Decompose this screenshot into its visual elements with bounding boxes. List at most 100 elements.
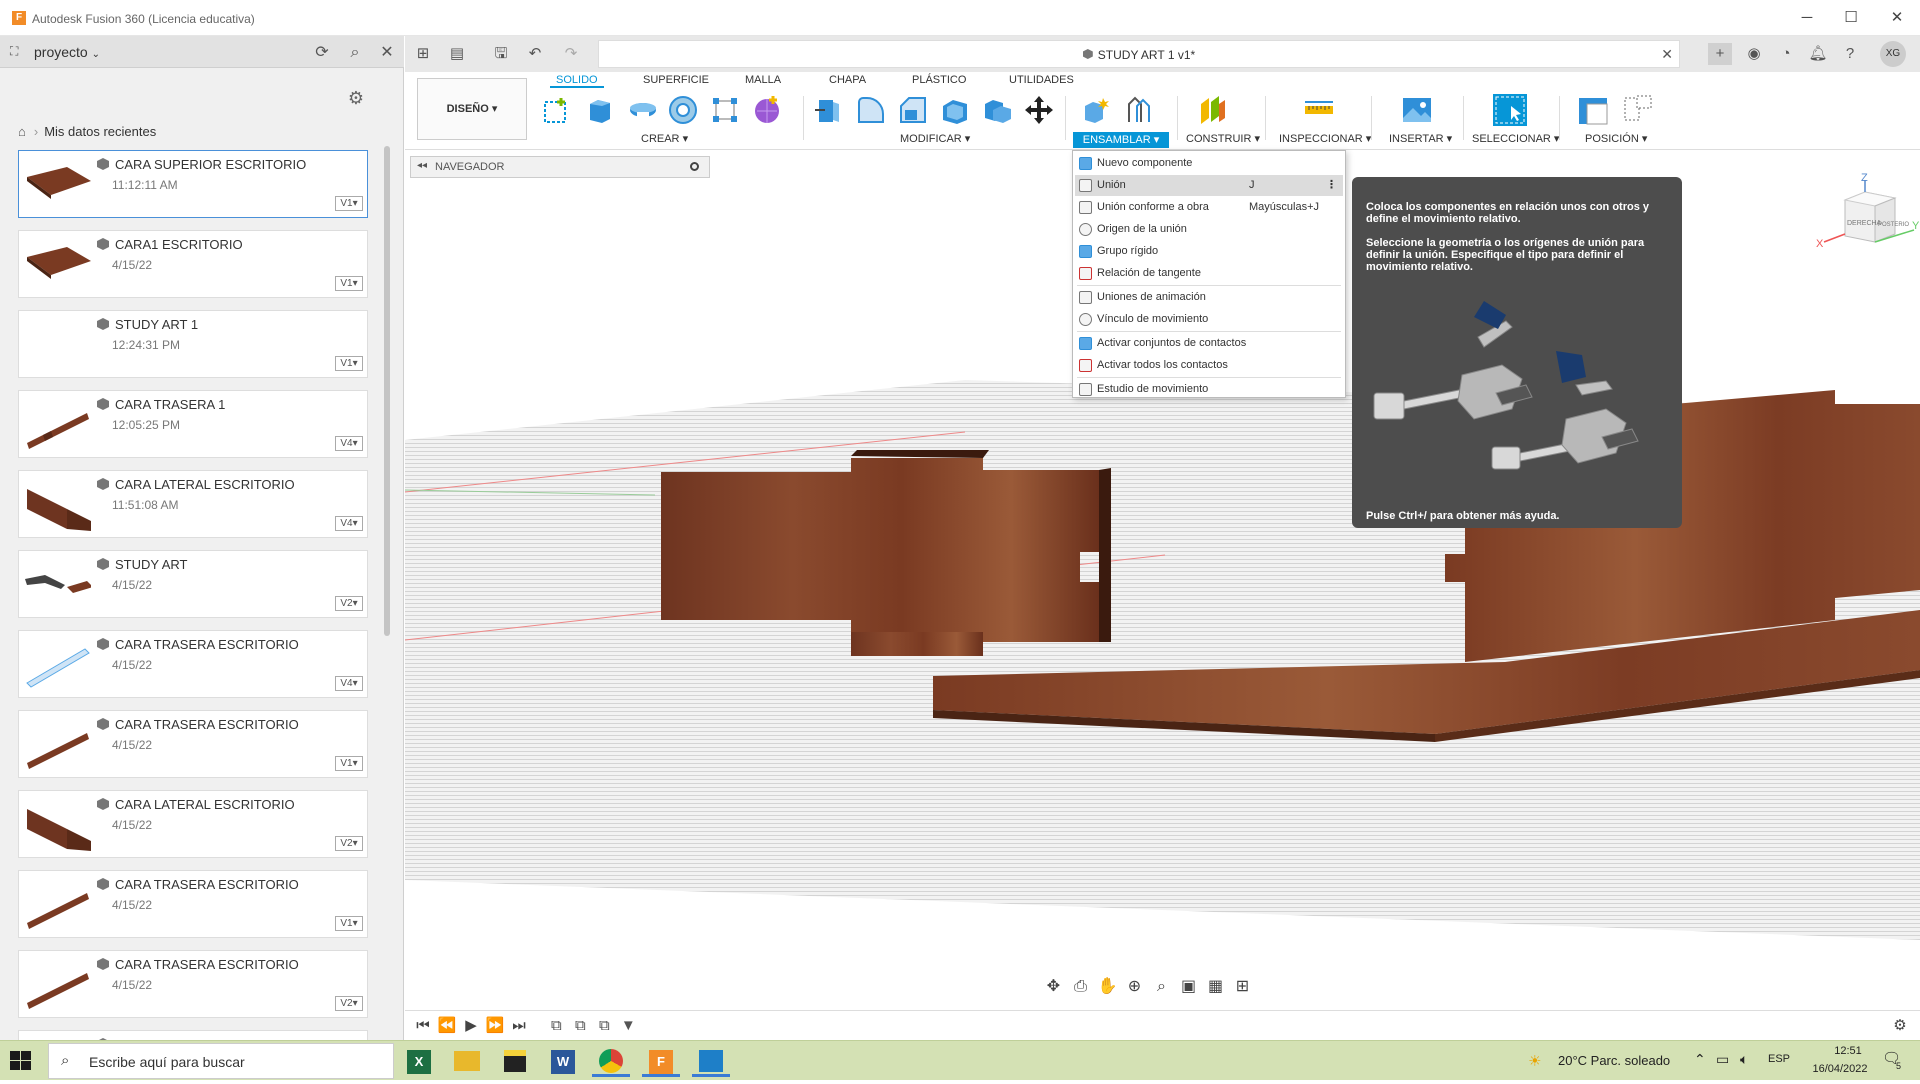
fusion360-app-icon[interactable]: F xyxy=(642,1045,680,1077)
file-card[interactable]: CARA TRASERA ESCRITORIO 4/15/22 V4▾ xyxy=(18,630,368,698)
step-forward-icon[interactable]: ⏩ xyxy=(483,1011,507,1040)
tab-utilidades[interactable]: UTILIDADES xyxy=(1009,72,1074,88)
group-modificar[interactable]: MODIFICAR ▾ xyxy=(900,132,970,145)
menu-item-activar-conjuntos[interactable]: Activar conjuntos de contactos xyxy=(1075,333,1343,354)
menu-item-nuevo-componente[interactable]: Nuevo componente xyxy=(1075,153,1343,174)
view-cube[interactable]: DERECHA POSTERIO Z X Y xyxy=(1816,172,1920,260)
fillet-icon[interactable] xyxy=(855,94,887,126)
file-menu-icon[interactable]: ▤ xyxy=(445,43,469,65)
scrollbar[interactable] xyxy=(384,146,390,636)
file-card[interactable]: CARA TRASERA 1 12:05:25 PM V4▾ xyxy=(18,390,368,458)
menu-item-relacion-tangente[interactable]: Relación de tangente xyxy=(1075,263,1343,284)
zoom-icon[interactable]: ⊕ xyxy=(1121,972,1148,1002)
version-badge[interactable]: V4▾ xyxy=(335,516,363,531)
menu-item-union-conforme[interactable]: Unión conforme a obra Mayúsculas+J xyxy=(1075,197,1343,218)
pan-icon[interactable]: ✋ xyxy=(1094,972,1121,1002)
pin-icon[interactable] xyxy=(690,162,699,171)
group-inspeccionar[interactable]: INSPECCIONAR ▾ xyxy=(1279,132,1371,145)
pattern-icon[interactable] xyxy=(709,94,741,126)
collapse-chevrons-icon[interactable]: ◂◂ xyxy=(417,160,427,171)
photos-app-icon[interactable] xyxy=(692,1045,730,1077)
close-tab-icon[interactable]: ✕ xyxy=(1661,46,1673,63)
create-form-icon[interactable] xyxy=(751,94,783,126)
menu-item-vinculo-movimiento[interactable]: Vínculo de movimiento xyxy=(1075,309,1343,330)
group-seleccionar[interactable]: SELECCIONAR ▾ xyxy=(1472,132,1559,145)
press-pull-icon[interactable] xyxy=(813,94,845,126)
chrome-app-icon[interactable] xyxy=(592,1045,630,1077)
offset-plane-icon[interactable] xyxy=(1197,94,1229,126)
job-status-icon[interactable]: ◔ xyxy=(1774,43,1798,65)
hole-icon[interactable] xyxy=(667,94,699,126)
fit-icon[interactable]: ⌕ xyxy=(1148,972,1175,1002)
close-icon[interactable]: ✕ xyxy=(376,42,398,64)
insert-image-icon[interactable] xyxy=(1401,94,1433,126)
extrude-icon[interactable] xyxy=(584,94,616,126)
file-card[interactable]: CARA1 ESCRITORIO 4/15/22 V1▾ xyxy=(18,230,368,298)
version-badge[interactable]: V1▾ xyxy=(335,916,363,931)
group-construir[interactable]: CONSTRUIR ▾ xyxy=(1186,132,1260,145)
file-card[interactable]: STUDY ART 4/15/22 V2▾ xyxy=(18,550,368,618)
play-icon[interactable]: ▶ xyxy=(459,1011,483,1040)
network-icon[interactable]: ▭ xyxy=(1716,1051,1729,1068)
display-settings-icon[interactable]: ▣ xyxy=(1175,972,1202,1002)
version-badge[interactable]: V2▾ xyxy=(335,996,363,1011)
menu-item-activar-todos[interactable]: Activar todos los contactos xyxy=(1075,355,1343,376)
new-tab-icon[interactable]: + xyxy=(1708,43,1732,65)
more-options-icon[interactable]: ⋮ xyxy=(1326,175,1337,196)
notifications-bell-icon[interactable]: 🔔︎ xyxy=(1806,43,1830,65)
word-app-icon[interactable]: W xyxy=(544,1045,582,1077)
file-card[interactable]: CARA LATERAL ESCRITORIO 4/15/22 V2▾ xyxy=(18,790,368,858)
minimize-button[interactable]: ─ xyxy=(1790,6,1824,30)
look-at-icon[interactable]: ⎙ xyxy=(1067,972,1094,1002)
grid-menu-icon[interactable]: ⊞ xyxy=(411,43,435,65)
group-posicion[interactable]: POSICIÓN ▾ xyxy=(1585,132,1647,145)
position-capture-icon[interactable] xyxy=(1577,94,1609,126)
version-badge[interactable]: V1▾ xyxy=(335,276,363,291)
version-badge[interactable]: V1▾ xyxy=(335,356,363,371)
chamfer-icon[interactable] xyxy=(897,94,929,126)
file-card[interactable]: CARA LATERAL ESCRITORIO 11:51:08 AM V4▾ xyxy=(18,470,368,538)
menu-item-union[interactable]: Unión J ⋮ xyxy=(1075,175,1343,196)
timeline-marker-icon[interactable]: ▼ xyxy=(616,1011,640,1040)
group-insertar[interactable]: INSERTAR ▾ xyxy=(1389,132,1452,145)
version-badge[interactable]: V2▾ xyxy=(335,596,363,611)
grid-settings-icon[interactable]: ▦ xyxy=(1202,972,1229,1002)
timeline-feature-icon[interactable]: ⧉ xyxy=(592,1011,616,1040)
chevron-up-icon[interactable]: ⌃ xyxy=(1694,1051,1706,1068)
taskbar-search[interactable]: ⌕ Escribe aquí para buscar xyxy=(48,1043,394,1079)
file-explorer-icon[interactable] xyxy=(448,1045,486,1077)
position-revert-icon[interactable] xyxy=(1621,94,1653,126)
menu-item-uniones-animacion[interactable]: Uniones de animación xyxy=(1075,287,1343,308)
windows-start-icon[interactable] xyxy=(10,1051,32,1071)
sticky-notes-icon[interactable] xyxy=(496,1045,534,1077)
menu-item-estudio-movimiento[interactable]: Estudio de movimiento xyxy=(1075,379,1343,400)
weather-text[interactable]: 20°C Parc. soleado xyxy=(1558,1053,1670,1068)
menu-item-origen-union[interactable]: Origen de la unión xyxy=(1075,219,1343,240)
save-icon[interactable]: 🖫 xyxy=(489,43,513,65)
weather-icon[interactable]: ☀ xyxy=(1528,1052,1541,1070)
home-icon[interactable]: ⌂ xyxy=(18,124,26,139)
timeline-settings-icon[interactable]: ⚙ xyxy=(1888,1011,1912,1040)
version-badge[interactable]: V1▾ xyxy=(335,196,363,211)
shell-icon[interactable] xyxy=(939,94,971,126)
go-to-start-icon[interactable]: ⏮ xyxy=(411,1011,435,1040)
tab-solido[interactable]: SOLIDO xyxy=(550,72,604,88)
tab-plastico[interactable]: PLÁSTICO xyxy=(912,72,966,88)
version-badge[interactable]: V2▾ xyxy=(335,836,363,851)
document-tab[interactable]: STUDY ART 1 v1* ✕ xyxy=(598,40,1680,68)
viewports-icon[interactable]: ⊞ xyxy=(1229,972,1256,1002)
browser-panel[interactable]: ◂◂ NAVEGADOR xyxy=(410,156,710,178)
undo-icon[interactable]: ↶ xyxy=(523,43,547,65)
file-card[interactable]: CARA TRASERA ESCRITORIO 4/15/22 V1▾ xyxy=(18,710,368,778)
extensions-icon[interactable]: ◉ xyxy=(1742,43,1766,65)
excel-app-icon[interactable]: X xyxy=(400,1045,438,1077)
user-avatar[interactable]: XG xyxy=(1880,41,1906,67)
group-crear[interactable]: CREAR ▾ xyxy=(641,132,688,145)
clock-date[interactable]: 16/04/2022 xyxy=(1802,1063,1878,1075)
version-badge[interactable]: V4▾ xyxy=(335,436,363,451)
measure-icon[interactable] xyxy=(1303,94,1335,126)
timeline-feature-icon[interactable]: ⧉ xyxy=(568,1011,592,1040)
close-window-button[interactable]: ✕ xyxy=(1880,6,1914,30)
joint-icon[interactable] xyxy=(1123,94,1155,126)
search-icon[interactable]: ⌕ xyxy=(344,42,366,64)
